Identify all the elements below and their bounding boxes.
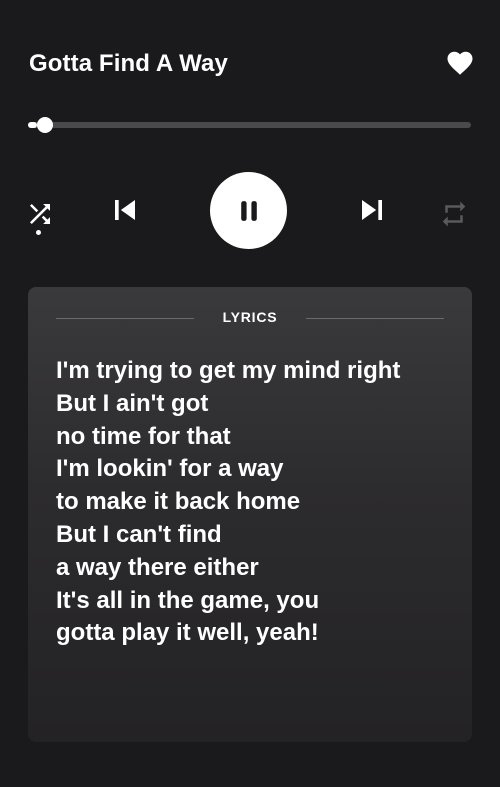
playback-controls — [0, 170, 500, 250]
lyric-line: no time for that — [56, 422, 231, 450]
progress-knob[interactable] — [36, 117, 53, 133]
lyrics-lines: I'm trying to get my mind right But I ai… — [56, 355, 456, 650]
progress-track — [28, 122, 471, 128]
lyric-line: It's all in the game, you — [56, 586, 320, 614]
song-title: Gotta Find A Way — [29, 50, 228, 77]
pause-icon — [240, 200, 257, 221]
lyrics-panel: LYRICS I'm trying to get my mind right B… — [28, 287, 472, 742]
next-track-button[interactable] — [352, 190, 392, 230]
play-pause-button[interactable] — [210, 172, 287, 249]
repeat-button[interactable] — [438, 198, 470, 230]
skip-previous-icon — [115, 200, 135, 220]
lyric-line: But I ain't got — [56, 389, 209, 417]
repeat-icon — [442, 201, 466, 227]
shuffle-active-indicator — [36, 230, 41, 235]
progress-slider[interactable] — [28, 114, 471, 136]
lyric-line: gotta play it well, yeah! — [56, 619, 319, 647]
skip-next-icon — [362, 200, 382, 220]
lyric-line: I'm trying to get my mind right — [56, 357, 401, 384]
previous-track-button[interactable] — [105, 190, 145, 230]
like-button[interactable] — [445, 48, 475, 78]
lyric-line: to make it back home — [56, 488, 301, 516]
shuffle-button[interactable] — [24, 198, 56, 230]
now-playing-header: Gotta Find A Way — [29, 44, 475, 86]
lyric-line: a way there either — [56, 553, 259, 581]
lyrics-label: LYRICS — [222, 309, 278, 325]
shuffle-icon — [30, 204, 50, 224]
lyric-line: I'm lookin' for a way — [56, 455, 284, 483]
lyric-line: But I can't find — [56, 520, 222, 548]
divider — [306, 318, 444, 319]
progress-fill — [28, 122, 37, 128]
heart-icon — [447, 51, 473, 75]
lyrics-header: LYRICS — [56, 308, 444, 328]
